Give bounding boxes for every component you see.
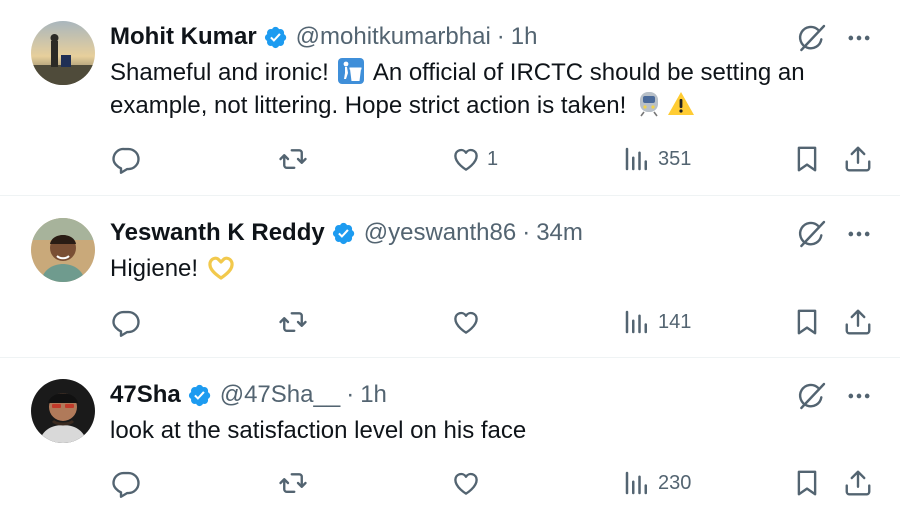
grok-icon[interactable] (796, 380, 828, 412)
avatar[interactable] (31, 379, 95, 443)
tweet-header: 47Sha @47Sha__ · 1h (110, 378, 387, 412)
verified-badge-icon (331, 221, 356, 246)
verified-badge-icon (187, 383, 212, 408)
more-icon[interactable] (845, 220, 873, 248)
display-name[interactable]: 47Sha (110, 381, 181, 409)
tweet-mohit-kumar[interactable]: Mohit Kumar @mohitkumarbhai · 1h Shamefu… (0, 0, 900, 196)
verified-badge-icon (263, 25, 288, 50)
retweet-icon (278, 468, 308, 498)
avatar[interactable] (31, 21, 95, 85)
avatar[interactable] (31, 218, 95, 282)
litter-bin-emoji (338, 58, 365, 84)
timestamp[interactable]: 1h (360, 381, 387, 409)
tweet-header: Yeswanth K Reddy @yeswanth86 · 34m (110, 216, 583, 250)
tweet-text-part: Shameful and ironic! (110, 59, 336, 86)
reply-button[interactable] (111, 302, 141, 342)
share-button[interactable] (843, 302, 873, 342)
more-icon[interactable] (845, 24, 873, 52)
share-icon (843, 468, 873, 498)
views-button[interactable]: 351 (622, 139, 691, 179)
handle[interactable]: @yeswanth86 (364, 219, 516, 247)
train-emoji (639, 92, 658, 117)
bookmark-icon (792, 144, 822, 174)
share-button[interactable] (843, 139, 873, 179)
share-button[interactable] (843, 463, 873, 503)
handle[interactable]: @mohitkumarbhai (296, 23, 491, 51)
tweet-yeswanth-k-reddy[interactable]: Yeswanth K Reddy @yeswanth86 · 34m Higie… (0, 196, 900, 358)
tweet-text-part: An official of IRCTC should be setting a… (367, 59, 805, 86)
bookmark-button[interactable] (792, 139, 822, 179)
share-icon (843, 307, 873, 337)
reply-icon (111, 307, 141, 337)
warning-emoji (667, 92, 694, 115)
views-icon (622, 307, 652, 337)
retweet-icon (278, 307, 308, 337)
tweet-text-part: Higiene! (110, 255, 205, 282)
separator-dot: · (522, 219, 531, 246)
retweet-button[interactable] (278, 463, 308, 503)
view-count: 230 (658, 471, 692, 494)
separator-dot: · (496, 23, 505, 50)
reply-button[interactable] (111, 463, 141, 503)
retweet-button[interactable] (278, 302, 308, 342)
views-icon (622, 144, 652, 174)
tweet-text-part: look at the satisfaction level on his fa… (110, 417, 527, 444)
tweet-47sha[interactable]: 47Sha @47Sha__ · 1h look at the satisfac… (0, 358, 900, 514)
grok-icon[interactable] (796, 218, 828, 250)
tweet-text: look at the satisfaction level on his fa… (110, 414, 880, 447)
views-button[interactable]: 141 (622, 302, 691, 342)
bookmark-icon (792, 468, 822, 498)
reply-icon (111, 468, 141, 498)
retweet-icon (278, 144, 308, 174)
tweet-actions: 1 351 (0, 139, 900, 179)
views-icon (622, 468, 652, 498)
grok-icon[interactable] (796, 22, 828, 54)
like-button[interactable] (451, 302, 487, 342)
display-name[interactable]: Mohit Kumar (110, 23, 257, 51)
tweet-text-part: example, not littering. Hope strict acti… (110, 92, 633, 119)
heart-hands-emoji (208, 256, 234, 280)
like-button[interactable] (451, 463, 487, 503)
heart-icon (451, 307, 481, 337)
tweet-actions: 230 (0, 463, 900, 503)
bookmark-button[interactable] (792, 463, 822, 503)
more-icon[interactable] (845, 382, 873, 410)
display-name[interactable]: Yeswanth K Reddy (110, 219, 325, 247)
separator-dot: · (346, 381, 355, 408)
timestamp[interactable]: 1h (511, 23, 538, 51)
tweet-text: Higiene! (110, 252, 880, 285)
tweet-text: Shameful and ironic! An official of IRCT… (110, 56, 880, 122)
reply-icon (111, 144, 141, 174)
retweet-button[interactable] (278, 139, 308, 179)
bookmark-button[interactable] (792, 302, 822, 342)
like-count: 1 (487, 147, 499, 170)
heart-icon (451, 468, 481, 498)
heart-icon (451, 144, 481, 174)
replies-feed: Mohit Kumar @mohitkumarbhai · 1h Shamefu… (0, 0, 900, 514)
reply-button[interactable] (111, 139, 141, 179)
views-button[interactable]: 230 (622, 463, 691, 503)
timestamp[interactable]: 34m (536, 219, 583, 247)
tweet-actions: 141 (0, 302, 900, 342)
view-count: 351 (658, 147, 692, 170)
share-icon (843, 144, 873, 174)
like-button[interactable]: 1 (451, 139, 498, 179)
view-count: 141 (658, 310, 692, 333)
tweet-header: Mohit Kumar @mohitkumarbhai · 1h (110, 20, 537, 54)
handle[interactable]: @47Sha__ (220, 381, 340, 409)
bookmark-icon (792, 307, 822, 337)
